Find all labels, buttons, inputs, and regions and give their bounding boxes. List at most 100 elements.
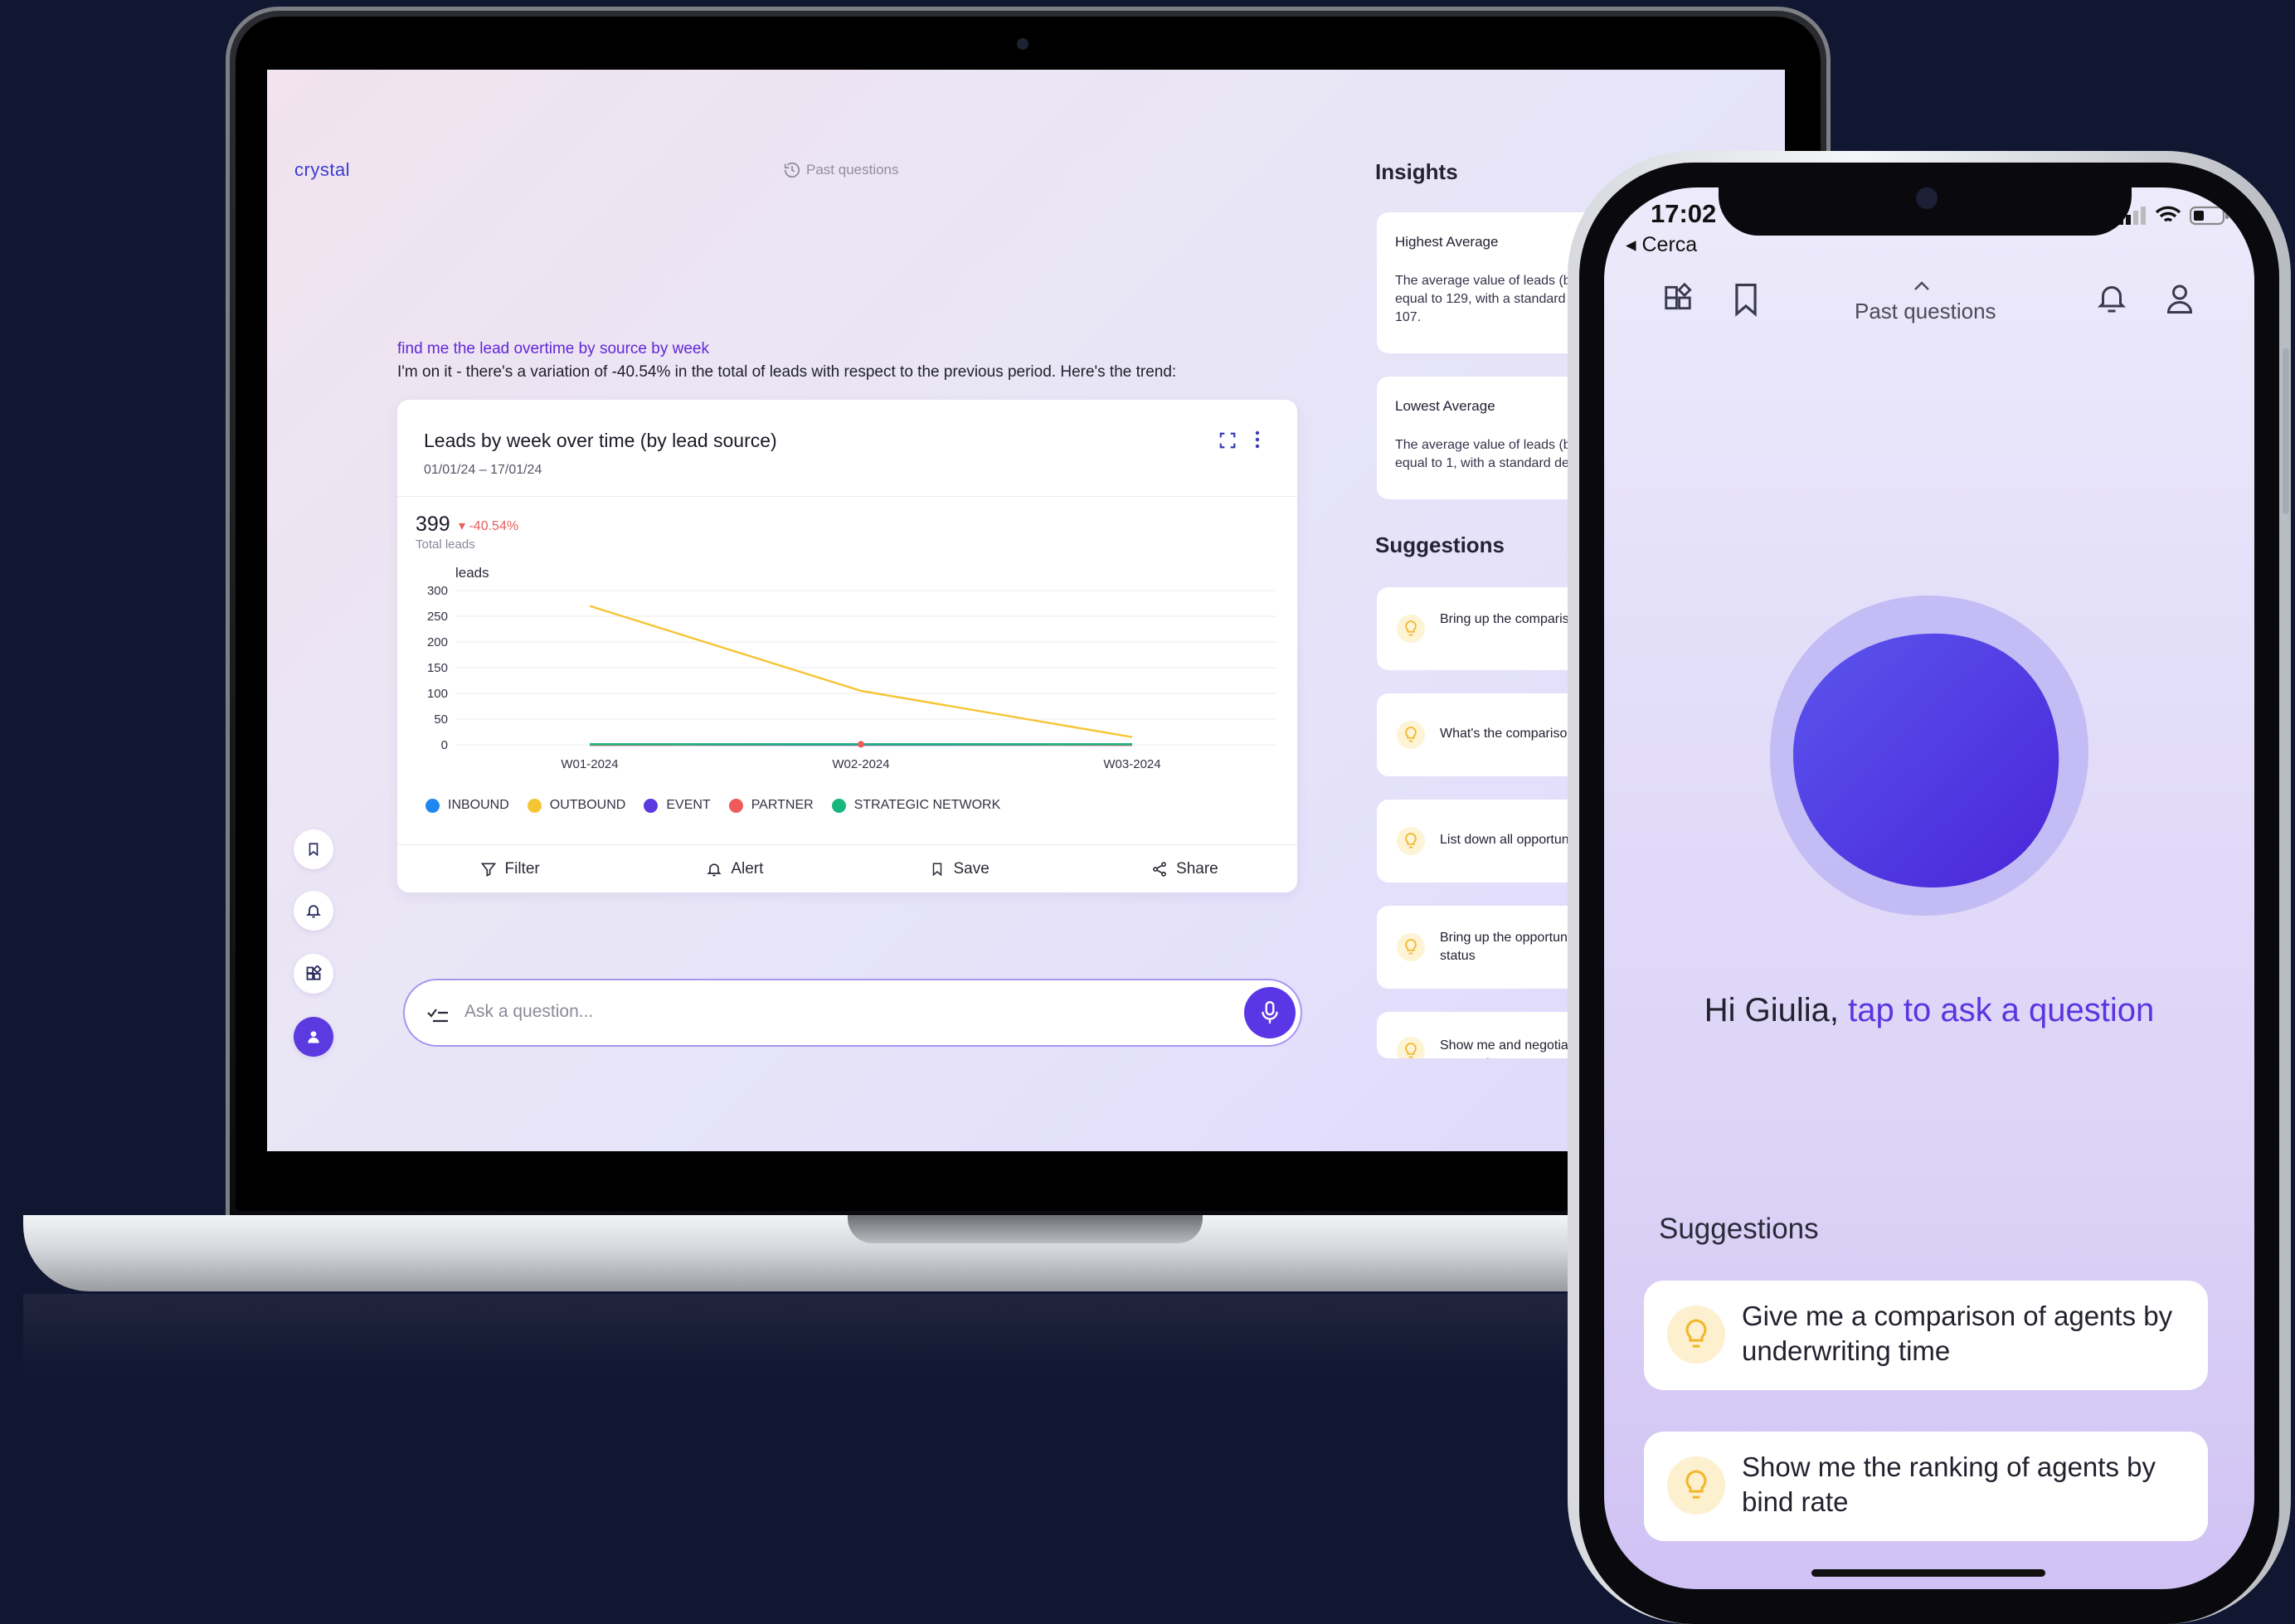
total-delta: ▾ -40.54%: [459, 519, 519, 533]
x-tick-label: W01-2024: [561, 757, 618, 771]
legend-label: PARTNER: [751, 798, 814, 812]
bookmarks-nav-button[interactable]: [294, 829, 333, 869]
suggestions-heading: Suggestions: [1375, 532, 1505, 557]
microphone-icon: [1262, 1000, 1278, 1024]
wifi-icon: [2155, 206, 2181, 222]
brand-logo: crystal: [294, 159, 351, 180]
data-point: [858, 741, 864, 748]
dashboards-icon[interactable]: [1662, 282, 1694, 314]
filter-button[interactable]: Filter: [397, 845, 622, 892]
chart-legend: INBOUND OUTBOUND EVENT PARTNER STRATEGIC NET…: [425, 798, 1000, 813]
bell-icon: [306, 905, 321, 918]
past-questions-button[interactable]: Past questions: [1855, 299, 1996, 324]
ask-placeholder: Ask a question...: [464, 1002, 594, 1021]
y-tick-label: 250: [427, 610, 448, 624]
laptop-screen: crystal Past questions find me the lead …: [267, 70, 1785, 1151]
chart-card: Leads by week over time (by lead source)…: [397, 400, 1297, 892]
more-options-icon[interactable]: [1253, 430, 1262, 450]
lightbulb-icon: [1397, 721, 1425, 749]
status-icons: [2118, 206, 2229, 226]
laptop-reflection: [23, 1294, 1599, 1385]
x-tick-label: W03-2024: [1103, 757, 1160, 771]
legend-item[interactable]: OUTBOUND: [527, 798, 626, 813]
y-tick-label: 50: [434, 712, 448, 727]
lightbulb-icon: [1397, 1037, 1425, 1058]
profile-nav-button[interactable]: [294, 1017, 333, 1057]
bookmark-icon: [309, 843, 318, 857]
legend-item[interactable]: STRATEGIC NETWORK: [831, 798, 1001, 813]
bookmark-icon[interactable]: [1730, 282, 1762, 317]
legend-label: STRATEGIC NETWORK: [853, 798, 1001, 812]
chart-title: Leads by week over time (by lead source): [424, 430, 777, 451]
past-questions-link[interactable]: Past questions: [783, 161, 899, 179]
legend-item[interactable]: PARTNER: [728, 798, 814, 813]
past-questions-label: Past questions: [806, 162, 899, 177]
laptop-base: [23, 1215, 1657, 1291]
share-label: Share: [1176, 860, 1218, 878]
x-tick-label: W02-2024: [832, 757, 889, 771]
filter-icon: [480, 863, 496, 877]
status-time: 17:02: [1651, 199, 1717, 228]
greeting-name: Hi Giulia,: [1704, 992, 1849, 1028]
legend-item[interactable]: EVENT: [644, 798, 711, 813]
insights-heading: Insights: [1375, 159, 1458, 184]
lightbulb-icon: [1667, 1456, 1725, 1515]
laptop-camera: [1017, 38, 1028, 50]
user-icon: [308, 1031, 319, 1043]
widgets-icon: [306, 965, 322, 980]
user-icon[interactable]: [2165, 282, 2195, 315]
y-tick-label: 100: [427, 687, 448, 701]
assistant-answer: I'm on it - there's a variation of -40.5…: [397, 363, 1177, 381]
bookmark-icon: [933, 863, 942, 877]
line-chart: leads 0 50 100 150 200 250 300 W01-2024 W02-2024 W…: [427, 565, 1276, 771]
legend-item[interactable]: INBOUND: [425, 798, 509, 813]
alert-label: Alert: [731, 860, 764, 878]
alert-button[interactable]: Alert: [622, 845, 847, 892]
dashboards-nav-button[interactable]: [294, 954, 333, 994]
legend-swatch: [425, 798, 440, 813]
suggestion-text: Give me a comparison of agents by underw…: [1742, 1301, 2173, 1366]
y-axis-label: leads: [455, 565, 489, 581]
alerts-nav-button[interactable]: [294, 891, 333, 931]
chart-actions: Filter Alert Save Share: [397, 844, 1297, 892]
save-button[interactable]: Save: [848, 845, 1072, 892]
microphone-button[interactable]: [1244, 987, 1296, 1038]
phone-screen: 17:02 ◂ Cerca Past questions Hi Giulia, …: [1604, 187, 2254, 1589]
legend-swatch: [527, 798, 542, 813]
chevron-up-icon[interactable]: [1913, 280, 1931, 292]
y-tick-label: 150: [427, 661, 448, 675]
suggestion-text: Show me the ranking of agents by bind ra…: [1742, 1451, 2156, 1517]
y-tick-label: 300: [427, 584, 448, 598]
ask-question-input[interactable]: Ask a question...: [403, 979, 1302, 1047]
share-icon: [1153, 862, 1166, 877]
expand-icon[interactable]: [1218, 431, 1237, 450]
divider: [397, 496, 1297, 497]
battery-icon: [2190, 206, 2229, 226]
phone-side-button: [2283, 348, 2289, 514]
home-indicator[interactable]: [1811, 1569, 2045, 1577]
greeting-cta[interactable]: tap to ask a question: [1848, 992, 2154, 1028]
greeting[interactable]: Hi Giulia, tap to ask a question: [1604, 992, 2254, 1029]
suggestions-heading: Suggestions: [1659, 1213, 1819, 1245]
series-line-outbound: [589, 605, 1133, 738]
legend-label: OUTBOUND: [549, 798, 626, 812]
chart-date-range: 01/01/24 – 17/01/24: [424, 463, 542, 477]
phone-camera: [1916, 187, 1938, 209]
lightbulb-icon: [1667, 1306, 1725, 1364]
back-to-search[interactable]: ◂ Cerca: [1626, 232, 1697, 257]
laptop-hinge-notch: [848, 1215, 1203, 1243]
suggestion-card[interactable]: Give me a comparison of agents by underw…: [1644, 1281, 2208, 1390]
suggestion-card[interactable]: Show me the ranking of agents by bind ra…: [1644, 1432, 2208, 1541]
history-icon: [784, 162, 800, 178]
legend-label: EVENT: [666, 798, 711, 812]
lightbulb-icon: [1397, 933, 1425, 961]
y-tick-label: 200: [427, 635, 448, 649]
voice-orb[interactable]: [1767, 594, 2090, 917]
lightbulb-icon: [1397, 827, 1425, 855]
insight-title: Lowest Average: [1395, 398, 1495, 414]
checklist-icon: [427, 1009, 448, 1023]
share-button[interactable]: Share: [1072, 845, 1297, 892]
bell-icon[interactable]: [2097, 282, 2127, 315]
filter-label: Filter: [504, 860, 540, 878]
save-label: Save: [953, 860, 989, 878]
